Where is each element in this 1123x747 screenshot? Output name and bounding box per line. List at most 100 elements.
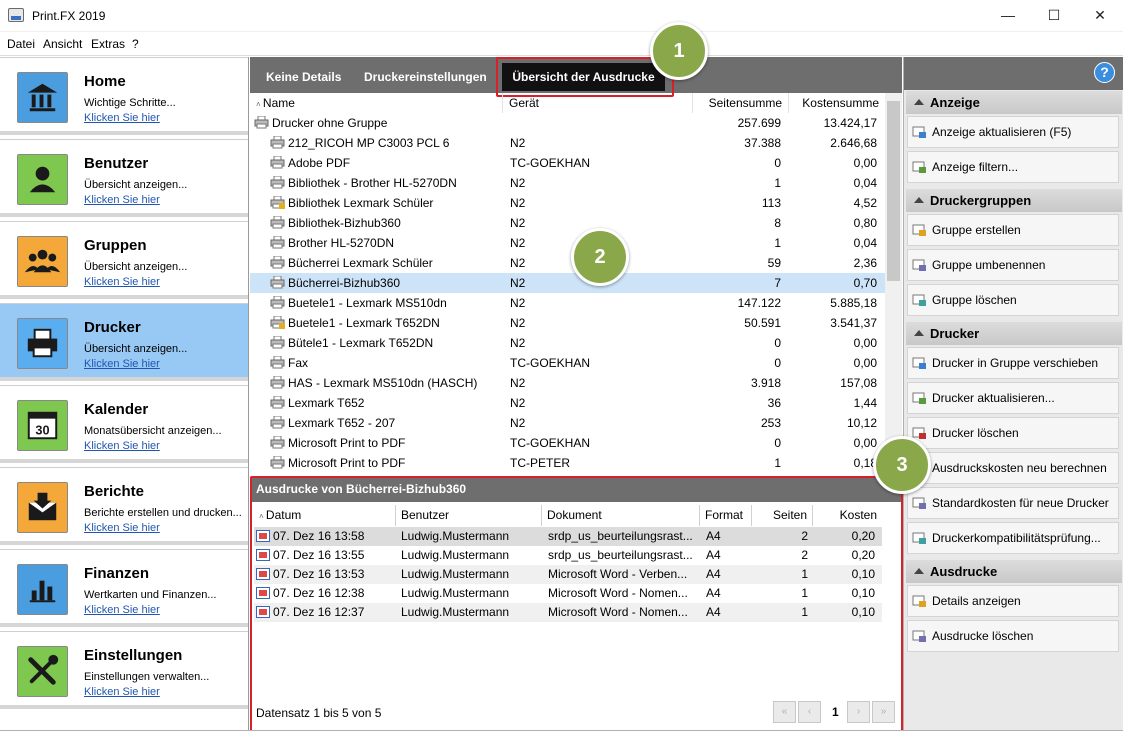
- menu-datei[interactable]: Datei: [7, 37, 35, 51]
- nav-link[interactable]: Klicken Sie hier: [84, 112, 160, 124]
- section-header-druckergruppen[interactable]: Druckergruppen: [906, 189, 1122, 212]
- nav-item-kalender[interactable]: 30 Kalender Monatsübersicht anzeigen... Kli…: [0, 385, 248, 463]
- maximize-button[interactable]: ☐: [1031, 0, 1077, 31]
- printer-row[interactable]: Adobe PDF TC-GOEKHAN 0 0,00: [250, 153, 885, 173]
- printer-device: N2: [510, 376, 526, 390]
- info-button[interactable]: Details anzeigen: [907, 585, 1119, 617]
- nav-item-home[interactable]: Home Wichtige Schritte... Klicken Sie hier: [0, 57, 248, 135]
- col-header-device[interactable]: Gerät: [503, 93, 693, 113]
- nav-link[interactable]: Klicken Sie hier: [84, 358, 160, 370]
- nav-subtitle: Monatsübersicht anzeigen...: [84, 425, 222, 437]
- bank-icon: [17, 72, 68, 123]
- nav-item-berichte[interactable]: Berichte Berichte erstellen und drucken..…: [0, 467, 248, 545]
- compat-button[interactable]: Druckerkompatibilitätsprüfung...: [907, 522, 1119, 554]
- printer-row[interactable]: Buetele1 - Lexmark T652DN N2 50.591 3.541,3…: [250, 313, 885, 333]
- nav-subtitle: Übersicht anzeigen...: [84, 343, 188, 355]
- printer-row[interactable]: Fax TC-GOEKHAN 0 0,00: [250, 353, 885, 373]
- nav-link[interactable]: Klicken Sie hier: [84, 604, 160, 616]
- printer-row[interactable]: Microsoft Print to PDF TC-GOEKHAN 0 0,00: [250, 433, 885, 453]
- printer-cost: 3.541,37: [830, 316, 877, 330]
- minimize-button[interactable]: —: [985, 0, 1031, 31]
- default-cost-button[interactable]: Standardkosten für neue Drucker: [907, 487, 1119, 519]
- action-label: Standardkosten für neue Drucker: [932, 496, 1109, 510]
- printer-row[interactable]: Lexmark T652 - 207 N2 253 10,12: [250, 413, 885, 433]
- nav-title: Drucker: [84, 319, 141, 336]
- printer-move-button[interactable]: Drucker in Gruppe verschieben: [907, 347, 1119, 379]
- printer-icon: [270, 136, 285, 149]
- printer-cost: 0,00: [853, 336, 877, 350]
- nav-link[interactable]: Klicken Sie hier: [84, 686, 160, 698]
- printer-icon: [270, 456, 285, 469]
- printer-cost: 2.646,68: [830, 136, 877, 150]
- printer-icon: [270, 376, 285, 389]
- nav-title: Gruppen: [84, 237, 147, 254]
- printer-cost: 0,00: [853, 356, 877, 370]
- svg-text:30: 30: [35, 422, 49, 437]
- group-add-button[interactable]: Gruppe erstellen: [907, 214, 1119, 246]
- tab-keine-details[interactable]: Keine Details: [266, 70, 341, 84]
- delete-prints-button[interactable]: Ausdrucke löschen: [907, 620, 1119, 652]
- printer-device: TC-PETER: [510, 456, 570, 470]
- help-bar: ?: [904, 57, 1123, 90]
- menu-extras[interactable]: Extras: [91, 37, 125, 51]
- help-icon[interactable]: ?: [1094, 62, 1115, 83]
- scrollbar-thumb[interactable]: [887, 101, 900, 281]
- printer-name: Buetele1 - Lexmark T652DN: [288, 316, 440, 330]
- printer-refresh-button[interactable]: Drucker aktualisieren...: [907, 382, 1119, 414]
- nav-link[interactable]: Klicken Sie hier: [84, 440, 160, 452]
- nav-link[interactable]: Klicken Sie hier: [84, 522, 160, 534]
- tab-druckereinstellungen[interactable]: Druckereinstellungen: [364, 70, 487, 84]
- printer-name: Bibliothek Lexmark Schüler: [288, 196, 434, 210]
- group-rename-button[interactable]: Gruppe umbenennen: [907, 249, 1119, 281]
- printer-name: Brother HL-5270DN: [288, 236, 395, 250]
- printer-row[interactable]: HAS - Lexmark MS510dn (HASCH) N2 3.918 157,…: [250, 373, 885, 393]
- section-header-anzeige[interactable]: Anzeige: [906, 91, 1122, 114]
- printer-device: N2: [510, 176, 526, 190]
- close-button[interactable]: ✕: [1077, 0, 1123, 31]
- printer-row[interactable]: Bibliothek Lexmark Schüler N2 113 4,52: [250, 193, 885, 213]
- section-header-drucker[interactable]: Drucker: [906, 322, 1122, 345]
- printer-row[interactable]: Bibliothek - Brother HL-5270DN N2 1 0,04: [250, 173, 885, 193]
- printer-row[interactable]: Bütele1 - Lexmark T652DN N2 0 0,00: [250, 333, 885, 353]
- col-header-pages[interactable]: Seitensumme: [693, 93, 789, 113]
- printer-row[interactable]: Microsoft Print to PDF TC-PETER 1 0,18: [250, 453, 885, 473]
- nav-item-drucker[interactable]: Drucker Übersicht anzeigen... Klicken Sie …: [0, 303, 248, 381]
- menu-ansicht[interactable]: Ansicht: [43, 37, 82, 51]
- action-panel: ? Anzeige Anzeige aktualisieren (F5) Anzei…: [903, 57, 1123, 730]
- section-header-ausdrucke[interactable]: Ausdrucke: [906, 560, 1122, 583]
- nav-item-gruppen[interactable]: Gruppen Übersicht anzeigen... Klicken Sie …: [0, 221, 248, 299]
- printer-name: Drucker ohne Gruppe: [272, 116, 388, 130]
- recalculate-button[interactable]: Ausdruckskosten neu berechnen: [907, 452, 1119, 484]
- printer-cost: 0,80: [853, 216, 877, 230]
- tab-bar: Keine Details Druckereinstellungen Übers…: [250, 57, 902, 97]
- action-label: Drucker in Gruppe verschieben: [932, 356, 1099, 370]
- printer-delete-button[interactable]: Drucker löschen: [907, 417, 1119, 449]
- nav-link[interactable]: Klicken Sie hier: [84, 194, 160, 206]
- printer-row[interactable]: Bücherrei-Bizhub360 N2 7 0,70: [250, 273, 885, 293]
- filter-button[interactable]: Anzeige filtern...: [907, 151, 1119, 183]
- nav-item-einstellungen[interactable]: Einstellungen Einstellungen verwalten... K…: [0, 631, 248, 709]
- printer-row[interactable]: Bibliothek-Bizhub360 N2 8 0,80: [250, 213, 885, 233]
- col-header-cost[interactable]: Kostensumme: [789, 93, 885, 113]
- printer-device: N2: [510, 316, 526, 330]
- printer-row[interactable]: Lexmark T652 N2 36 1,44: [250, 393, 885, 413]
- nav-item-benutzer[interactable]: Benutzer Übersicht anzeigen... Klicken Sie…: [0, 139, 248, 217]
- compat-icon: [912, 532, 926, 544]
- printer-row[interactable]: Bücherrei Lexmark Schüler N2 59 2,36: [250, 253, 885, 273]
- nav-item-finanzen[interactable]: Finanzen Wertkarten und Finanzen... Klicke…: [0, 549, 248, 627]
- printer-pages: 1: [774, 456, 781, 470]
- printer-row[interactable]: 212_RICOH MP C3003 PCL 6 N2 37.388 2.646,68: [250, 133, 885, 153]
- vertical-scrollbar[interactable]: [885, 93, 902, 475]
- menu-help[interactable]: ?: [132, 37, 139, 51]
- printer-icon: [254, 116, 269, 129]
- printer-row[interactable]: Brother HL-5270DN N2 1 0,04: [250, 233, 885, 253]
- nav-link[interactable]: Klicken Sie hier: [84, 276, 160, 288]
- printer-row[interactable]: Buetele1 - Lexmark MS510dn N2 147.122 5.885…: [250, 293, 885, 313]
- refresh-button[interactable]: Anzeige aktualisieren (F5): [907, 116, 1119, 148]
- nav-title: Berichte: [84, 483, 145, 500]
- printer-device: TC-GOEKHAN: [510, 436, 591, 450]
- group-delete-button[interactable]: Gruppe löschen: [907, 284, 1119, 316]
- printer-group-row[interactable]: Drucker ohne Gruppe 257.699 13.424,17: [250, 113, 885, 133]
- printer-refresh-icon: [912, 392, 926, 404]
- col-header-name[interactable]: ˄ Name: [250, 93, 503, 113]
